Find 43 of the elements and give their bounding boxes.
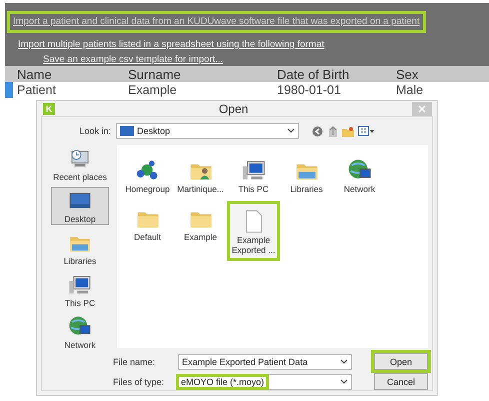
file-name-field[interactable]: Example Exported Patient Data	[178, 354, 352, 370]
place-item[interactable]: Libraries	[51, 229, 109, 267]
import-link[interactable]: Save an example csv template for import...	[30, 52, 224, 66]
import-link[interactable]: Import multiple patients listed in a spreadsheet using the following format	[5, 37, 324, 51]
file-item[interactable]: Network	[333, 153, 386, 197]
place-item[interactable]: Network	[51, 313, 109, 351]
table-cell-text: Example	[128, 83, 178, 97]
column-header: Surname	[128, 66, 182, 82]
file-item[interactable]: Libraries	[280, 153, 333, 197]
column-header: Name	[17, 66, 53, 82]
place-item[interactable]: Desktop	[51, 187, 109, 225]
chevron-down-icon	[340, 358, 348, 364]
table-cell-text: Male	[396, 83, 424, 97]
cancel-button[interactable]: Cancel	[374, 373, 428, 390]
open-button[interactable]: Open	[374, 353, 428, 370]
close-button[interactable]	[412, 102, 432, 116]
table-cell-text: 1980-01-01	[277, 83, 342, 97]
view-menu-icon[interactable]	[358, 126, 375, 136]
dialog-title: Open	[218, 102, 250, 116]
place-item[interactable]: Recent places	[51, 145, 109, 183]
column-header: Date of Birth	[277, 66, 350, 82]
file-name-label: File name:	[113, 356, 156, 366]
look-in-dropdown[interactable]: Desktop	[116, 123, 299, 139]
close-icon	[418, 104, 426, 112]
place-item[interactable]: This PC	[51, 271, 109, 309]
file-item[interactable]: Homegroup	[121, 153, 174, 197]
new-folder-icon[interactable]	[342, 126, 354, 136]
desktop-icon	[120, 126, 134, 136]
file-type-label: Files of type:	[113, 376, 166, 386]
file-item[interactable]: Example Exported ...	[227, 201, 280, 261]
app-icon: K	[43, 102, 55, 114]
file-item[interactable]: This PC	[227, 153, 280, 197]
column-header: Sex	[396, 66, 420, 82]
back-icon[interactable]	[312, 126, 323, 136]
file-item[interactable]: Default	[121, 201, 174, 261]
chevron-down-icon	[287, 128, 295, 134]
file-item[interactable]: Martinique...	[174, 153, 227, 197]
file-type-dropdown[interactable]: eMOYO file (*.moyo)	[178, 374, 352, 390]
look-in-label: Look in:	[78, 126, 111, 136]
file-item[interactable]: Example	[174, 201, 227, 261]
up-folder-icon[interactable]	[327, 125, 338, 137]
table-cell-text: Patient	[17, 83, 57, 97]
chevron-down-icon	[340, 378, 348, 384]
